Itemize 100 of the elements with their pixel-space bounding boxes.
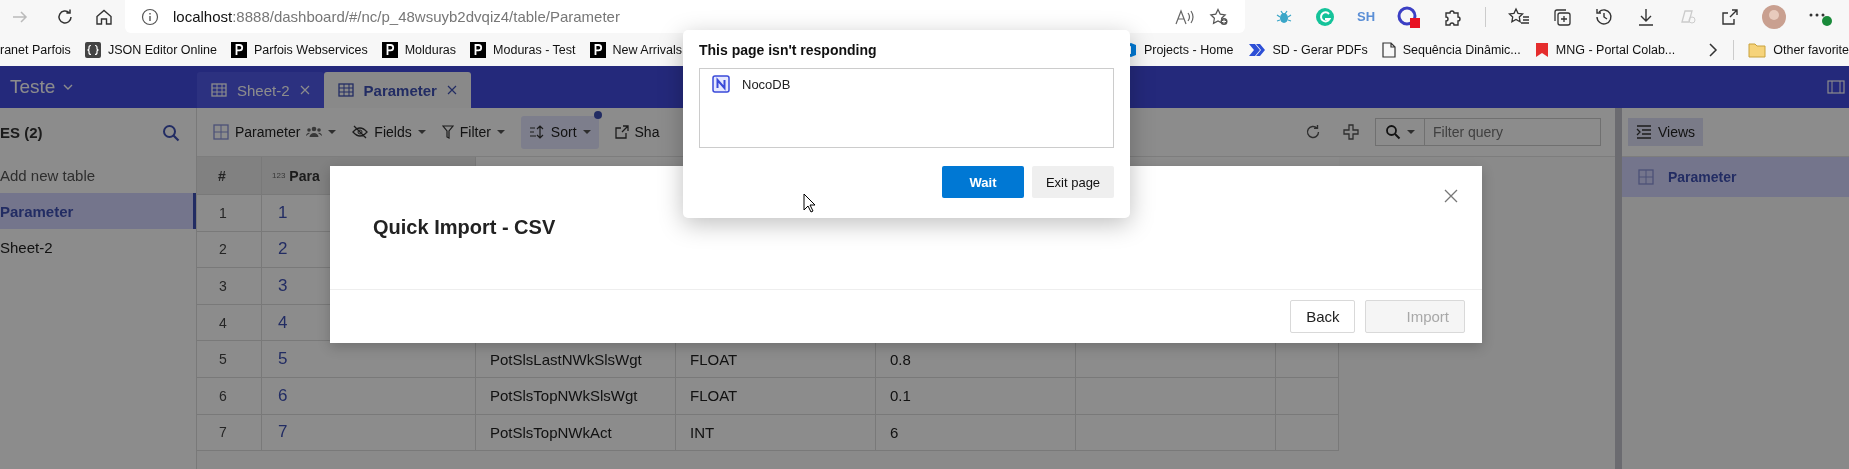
url-text: localhost:8888/dashboard/#/nc/p_48wsuyb2dvqiz4/table/Parameter <box>173 8 620 25</box>
row-number: 2 <box>197 231 262 269</box>
share-icon[interactable] <box>1720 6 1741 27</box>
list-icon <box>1636 125 1652 139</box>
reload-icon[interactable] <box>56 7 74 26</box>
search-icon[interactable] <box>1385 124 1401 140</box>
table-list-item[interactable]: Parameter <box>0 193 196 229</box>
fields-menu[interactable]: Fields <box>352 115 426 149</box>
extension-label[interactable]: SH <box>1357 9 1376 24</box>
table-cell: 6 <box>262 377 476 415</box>
address-bar[interactable]: localhost:8888/dashboard/#/nc/p_48wsuyb2dvqiz4/table/Parameter <box>125 0 1245 33</box>
row-number: 1 <box>197 195 262 232</box>
filter-menu[interactable]: Filter <box>441 115 505 149</box>
caret-icon <box>582 129 591 135</box>
filter-icon <box>441 125 454 139</box>
search-menu-button[interactable] <box>1375 118 1425 146</box>
favorites-icon[interactable] <box>1508 6 1531 27</box>
bookmark[interactable]: New Arrivals <box>589 41 682 58</box>
table-list-item[interactable]: Sheet-2 <box>0 229 196 265</box>
column-title: Para <box>289 167 320 184</box>
grid-view-icon <box>1638 169 1654 185</box>
table-cell: 6 <box>890 423 899 441</box>
table-tab[interactable]: Sheet-2 <box>197 72 324 108</box>
column-title: # <box>218 167 226 184</box>
caret-icon <box>417 129 426 135</box>
table-tab[interactable]: Parameter <box>323 72 471 108</box>
dialog-button[interactable]: Wait <box>942 166 1024 198</box>
sort-icon <box>528 125 545 139</box>
star-plus-icon[interactable] <box>1209 7 1229 26</box>
table-cell: 7 <box>262 414 476 452</box>
tables-heading: ES (2) <box>0 124 43 141</box>
panel-toggle-icon[interactable] <box>1827 80 1845 94</box>
bookmark[interactable]: Moduras - Test <box>470 41 576 58</box>
view-list-item[interactable]: Parameter <box>1622 157 1849 197</box>
add-icon[interactable] <box>1343 124 1359 140</box>
dialog-title: This page isn't responding <box>699 42 878 58</box>
row-number: 7 <box>197 414 262 452</box>
site-logo-icon <box>230 41 247 58</box>
views-button[interactable]: Views <box>1628 118 1704 146</box>
dialog-button[interactable]: Exit page <box>1032 166 1114 198</box>
chevron-down-icon <box>63 83 74 91</box>
bookmark[interactable]: MNG - Portal Colab... <box>1534 41 1676 58</box>
row-number: 6 <box>197 377 262 415</box>
share-button[interactable]: Sha <box>614 115 660 149</box>
bookmark[interactable]: Sequência Dinâmic... <box>1381 41 1521 58</box>
extension-icon[interactable] <box>1397 5 1422 28</box>
type-label: 123 <box>272 171 286 180</box>
bookmark[interactable]: Parfois Webservices <box>230 41 368 58</box>
modal-button[interactable]: Back <box>1290 300 1356 333</box>
grid-view-icon <box>213 124 229 140</box>
row-number: 3 <box>197 268 262 305</box>
people-icon <box>306 126 323 138</box>
page-icon <box>1381 41 1396 58</box>
bookmark-folder[interactable]: Other favorite <box>1748 41 1849 58</box>
bookmark[interactable]: ranet Parfois <box>0 42 71 57</box>
bookmark[interactable]: JSON Editor Online <box>84 41 217 58</box>
cursor-icon <box>803 193 817 213</box>
row-number: 4 <box>197 304 262 342</box>
table-cell: 0.1 <box>890 387 911 405</box>
caret-icon <box>496 129 505 135</box>
add-table-link[interactable]: Add new table <box>0 157 196 193</box>
table-cell: INT <box>690 423 715 441</box>
bookmark[interactable]: Molduras <box>381 41 457 58</box>
chevrons-icon <box>1247 41 1266 58</box>
table-icon <box>211 83 227 97</box>
table-cell: PotSlsLastNWkSlsWgt <box>490 350 642 368</box>
close-icon[interactable] <box>1444 189 1458 203</box>
app-logo-icon <box>712 75 730 93</box>
row-number: 5 <box>197 341 262 378</box>
external-link-icon <box>614 125 629 139</box>
info-icon[interactable] <box>141 7 159 26</box>
folder-icon <box>1748 41 1767 58</box>
bookmark[interactable]: SD - Gerar PDFs <box>1247 41 1368 58</box>
read-aloud-icon[interactable] <box>1175 7 1195 26</box>
caret-icon <box>328 129 337 135</box>
project-menu[interactable]: Teste <box>0 66 197 108</box>
table-cell: PotSlsTopNWkAct <box>490 423 612 441</box>
table-icon <box>337 83 354 97</box>
caret-icon <box>1407 129 1415 135</box>
indicator-dot <box>593 110 602 119</box>
close-icon[interactable] <box>446 85 457 95</box>
collections-icon[interactable] <box>1552 6 1573 27</box>
view-menu[interactable]: Parameter <box>213 115 337 149</box>
braces-icon <box>84 41 101 58</box>
table-cell: FLOAT <box>690 387 738 405</box>
column-header[interactable]: # <box>197 157 262 195</box>
eye-slash-icon <box>352 125 369 139</box>
site-logo-icon <box>589 41 606 58</box>
search-field[interactable]: Filter query <box>1425 118 1601 146</box>
table-cell: FLOAT <box>690 350 738 368</box>
search-icon[interactable] <box>162 123 180 142</box>
history-icon[interactable] <box>1594 6 1615 27</box>
table-cell: PotSlsTopNWkSlsWgt <box>490 387 638 405</box>
table-cell: 0.8 <box>890 350 911 368</box>
page-list-item[interactable]: NocoDB <box>712 75 791 93</box>
home-icon[interactable] <box>95 7 113 26</box>
bookmark-icon <box>1534 41 1549 58</box>
site-logo-icon <box>470 41 487 58</box>
site-logo-icon <box>381 41 398 58</box>
chevron-right-icon[interactable] <box>1707 41 1720 58</box>
